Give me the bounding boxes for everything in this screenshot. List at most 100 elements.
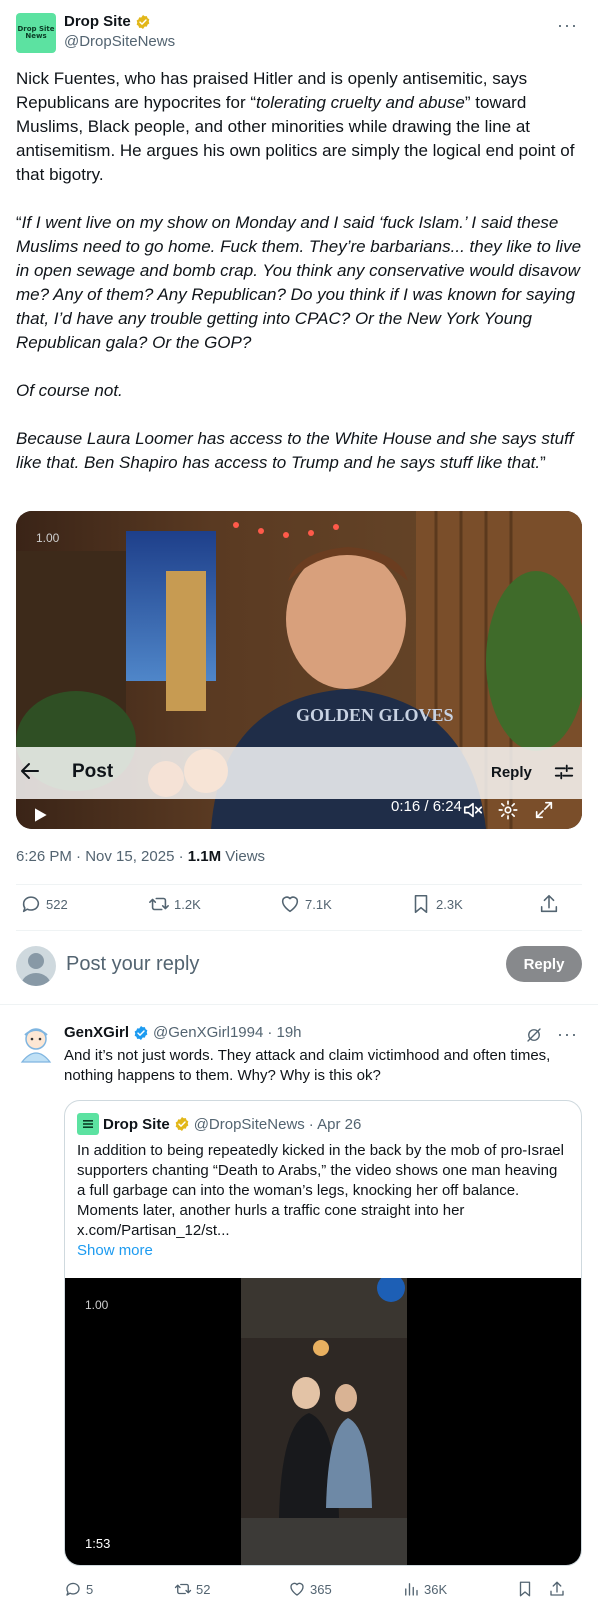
quote-author-name: Drop Site bbox=[103, 1115, 170, 1133]
bookmark-icon bbox=[519, 1581, 531, 1597]
post-text-italic: If I went live on my show on Monday and … bbox=[16, 213, 582, 352]
default-user-icon bbox=[21, 953, 51, 986]
views-action[interactable]: 36K bbox=[402, 1580, 447, 1598]
post-paragraph: Of course not. bbox=[16, 379, 582, 403]
share-action[interactable] bbox=[548, 1580, 566, 1598]
street-scene-image bbox=[241, 1278, 407, 1565]
repost-icon bbox=[174, 1583, 192, 1595]
back-arrow-icon[interactable] bbox=[18, 759, 42, 783]
post-header: Drop Site News Drop Site @DropSiteNews ·… bbox=[16, 11, 582, 55]
quote-author-handle: @DropSiteNews bbox=[193, 1115, 305, 1133]
repost-icon bbox=[149, 897, 169, 911]
post-timestamp: 6:26 PM · Nov 15, 2025 · 1.1M Views bbox=[16, 848, 265, 865]
quote-header: Drop Site @DropSiteNews · Apr 26 bbox=[77, 1113, 361, 1135]
bookmark-count: 2.3K bbox=[436, 896, 463, 912]
repost-action[interactable]: 52 bbox=[174, 1580, 210, 1598]
share-action[interactable] bbox=[538, 893, 560, 915]
repost-count: 1.2K bbox=[174, 896, 201, 912]
quote-text: In addition to being repeatedly kicked i… bbox=[77, 1142, 564, 1239]
svg-text:GOLDEN GLOVES: GOLDEN GLOVES bbox=[296, 705, 454, 725]
bookmark-icon bbox=[414, 894, 428, 914]
show-more-link[interactable]: Show more bbox=[77, 1241, 569, 1261]
author-handle[interactable]: @DropSiteNews bbox=[64, 33, 175, 50]
reply-author-avatar[interactable] bbox=[16, 1024, 56, 1064]
post-text-italic: Because Laura Loomer has access to the W… bbox=[16, 429, 574, 472]
reply-bubble-icon bbox=[66, 1582, 80, 1596]
avatar-logo-text: Drop Site News bbox=[17, 25, 55, 40]
video-player[interactable]: GOLDEN GLOVES 1.00 Post Reply 0:16 / 6:2… bbox=[16, 511, 582, 829]
analytics-bars-icon bbox=[405, 1583, 418, 1596]
reply-text: And it’s not just words. They attack and… bbox=[64, 1047, 551, 1084]
reply-submit-button[interactable]: Reply bbox=[506, 946, 582, 982]
heart-icon bbox=[290, 1582, 304, 1596]
grok-icon[interactable] bbox=[525, 1026, 543, 1044]
reply-composer: Post your reply Reply bbox=[16, 944, 582, 988]
reply-count: 5 bbox=[86, 1581, 94, 1597]
nav-reply-button[interactable]: Reply bbox=[491, 764, 532, 781]
reply-author-handle[interactable]: @GenXGirl1994 bbox=[153, 1024, 263, 1041]
post-action-bar: 522 1.2K 7.1K 2.3K bbox=[16, 893, 582, 921]
quote-video-duration: 1:53 bbox=[85, 1536, 111, 1551]
quoted-post[interactable]: Drop Site @DropSiteNews · Apr 26 In addi… bbox=[64, 1100, 582, 1566]
bookmark-action[interactable]: 2.3K bbox=[410, 893, 463, 915]
quote-text-block: In addition to being repeatedly kicked i… bbox=[77, 1141, 569, 1261]
divider bbox=[16, 884, 582, 885]
post-paragraph: Because Laura Loomer has access to the W… bbox=[16, 427, 582, 475]
cartoon-avatar-icon bbox=[20, 1028, 52, 1063]
reply-input[interactable]: Post your reply bbox=[66, 953, 199, 976]
filter-sliders-icon[interactable] bbox=[553, 761, 575, 783]
quote-time: · Apr 26 bbox=[308, 1115, 362, 1133]
post-text-italic: tolerating cruelty and abuse bbox=[256, 93, 465, 112]
more-dots-icon[interactable]: ··· bbox=[557, 15, 578, 36]
reply-header-icons: ··· bbox=[525, 1024, 578, 1045]
post-paragraph: “If I went live on my show on Monday and… bbox=[16, 211, 582, 355]
post-body: Nick Fuentes, who has praised Hitler and… bbox=[16, 67, 582, 499]
reply-count: 522 bbox=[46, 896, 68, 912]
author-name-line: Drop Site bbox=[64, 13, 151, 30]
like-action[interactable]: 365 bbox=[288, 1580, 332, 1598]
verified-gold-badge-icon bbox=[136, 14, 150, 29]
reply-time[interactable]: · 19h bbox=[267, 1024, 301, 1041]
quote-playback-speed: 1.00 bbox=[85, 1298, 109, 1312]
like-count: 365 bbox=[310, 1581, 332, 1597]
reply-author-name[interactable]: GenXGirl bbox=[64, 1024, 129, 1041]
like-count: 7.1K bbox=[305, 896, 332, 912]
reply-action-bar: 5 52 365 36K bbox=[64, 1580, 582, 1602]
reply-action[interactable]: 5 bbox=[64, 1580, 93, 1598]
fullscreen-icon[interactable] bbox=[533, 799, 555, 821]
quote-video[interactable]: 1.00 1:53 bbox=[65, 1278, 581, 1565]
heart-icon bbox=[281, 896, 299, 913]
author-avatar[interactable]: Drop Site News bbox=[16, 13, 56, 53]
video-time: 0:16 / 6:24 bbox=[391, 798, 462, 815]
drop-site-logo-icon bbox=[83, 1120, 93, 1128]
more-dots-icon[interactable]: ··· bbox=[557, 1024, 578, 1045]
post-text-italic: Of course not. bbox=[16, 381, 123, 400]
settings-gear-icon[interactable] bbox=[497, 799, 519, 821]
views-label: Views bbox=[221, 848, 266, 865]
share-icon bbox=[550, 1581, 564, 1596]
divider bbox=[0, 1004, 598, 1005]
post-text-run: ” bbox=[540, 453, 546, 472]
mute-icon[interactable] bbox=[462, 799, 484, 821]
reply-action[interactable]: 522 bbox=[20, 893, 68, 915]
bookmark-action[interactable] bbox=[516, 1580, 534, 1598]
verified-gold-badge-icon bbox=[175, 1117, 189, 1131]
nav-title: Post bbox=[72, 761, 114, 782]
like-action[interactable]: 7.1K bbox=[279, 893, 332, 915]
repost-count: 52 bbox=[196, 1581, 211, 1597]
play-icon[interactable] bbox=[30, 805, 50, 825]
repost-action[interactable]: 1.2K bbox=[148, 893, 201, 915]
author-name[interactable]: Drop Site bbox=[64, 13, 131, 30]
post-nav-header: Post Reply bbox=[16, 747, 582, 799]
share-icon bbox=[540, 894, 558, 913]
playback-speed-label: 1.00 bbox=[36, 531, 60, 545]
post-paragraph: Nick Fuentes, who has praised Hitler and… bbox=[16, 67, 582, 187]
views-count: 1.1M bbox=[187, 848, 222, 865]
views-count: 36K bbox=[424, 1581, 448, 1597]
divider bbox=[16, 930, 582, 931]
current-user-avatar bbox=[16, 946, 56, 986]
quote-video-frame bbox=[241, 1278, 407, 1565]
reply-header: GenXGirl @GenXGirl1994 · 19h bbox=[64, 1024, 302, 1041]
timestamp-date[interactable]: 6:26 PM · Nov 15, 2025 · bbox=[16, 848, 188, 865]
verified-blue-badge-icon bbox=[134, 1025, 148, 1040]
